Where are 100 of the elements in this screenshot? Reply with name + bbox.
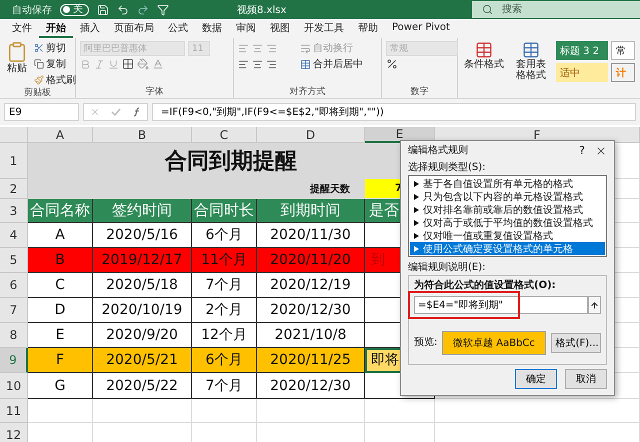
format-preview: 微软卓越 AaBbCc [442,331,546,355]
redo-icon [137,4,149,16]
ribbon-tab[interactable]: 公式 [161,20,195,38]
column-header[interactable]: A [28,127,93,143]
undo-icon [117,4,129,16]
row-header[interactable]: 11 [0,399,28,423]
row-header[interactable]: 10 [0,373,28,399]
conditional-format-button[interactable]: 条件格式 [462,41,506,98]
paste-button[interactable]: 粘贴 [4,41,30,87]
table-cell: 7个月 [192,273,257,298]
merge-icon [300,58,311,70]
name-box[interactable]: E9 [4,103,79,121]
dialog-title: 编辑格式规则 [408,144,468,158]
row-header[interactable]: 9 [0,348,28,373]
row-header[interactable]: 6 [0,273,28,298]
table-cell: 2020/5/16 [93,223,192,248]
row-header[interactable]: 8 [0,323,28,348]
cell-style[interactable]: 标题 3 2 [556,41,608,60]
help-button[interactable]: ? [579,144,585,158]
group-label: 字体 [144,86,164,98]
table-format-button[interactable]: 套用表格格式 [510,41,552,98]
table-cell: 2020/11/30 [257,223,365,248]
row-header[interactable]: 5 [0,248,28,273]
ok-button[interactable]: 确定 [515,369,557,389]
table-cell: 11个月 [192,248,257,273]
row-header[interactable]: 12 [0,423,28,442]
column-header[interactable]: B [93,127,192,143]
format-button[interactable]: 格式(F)... [550,333,601,353]
file-name: 视频8.xlsx [237,4,286,16]
group-label: 对齐方式 [288,86,326,98]
group-label: 数字 [410,86,430,98]
table-icon [522,41,540,59]
ribbon-tab[interactable]: 文件 [5,20,39,38]
merge-center-button[interactable]: 合并后居中 [300,57,363,71]
group-label: 剪贴板 [23,87,52,99]
table-cell: F [28,348,93,373]
font-color-icon [152,58,164,70]
column-header[interactable]: C [192,127,257,143]
table-cell: C [28,273,93,298]
table-cell: 2020/12/19 [257,273,365,298]
cancel-button[interactable]: 取消 [565,369,607,389]
align-left-icon [238,42,249,54]
fill-color-icon [137,58,149,70]
table-cell: 2021/10/8 [257,323,365,348]
table-cell: 2020/11/20 [257,248,365,273]
triangle-icon [414,180,419,186]
table-cell: 2019/12/17 [93,248,192,273]
table-cell: 2个月 [192,298,257,323]
format-painter-button[interactable]: 格式刷 [34,73,76,87]
preview-label: 预览: [414,336,438,350]
ribbon-tab[interactable]: 插入 [73,20,107,38]
triangle-icon [414,220,419,226]
wrap-icon [300,42,311,54]
table-cell: 2020/5/22 [93,373,192,399]
table-cell: B [28,248,93,273]
search-icon [482,4,493,15]
paintbrush-icon [34,75,44,85]
triangle-icon [414,194,419,200]
column-heading: 签约时间 [93,199,192,223]
formula-field[interactable]: =IF(F9<0,"到期",IF(F9<=$E$2,"即将到期","")) [152,103,636,121]
table-cell: 6个月 [192,223,257,248]
ribbon-tab[interactable]: 开发工具 [297,20,351,38]
ribbon-tab[interactable]: 帮助 [351,20,385,38]
row-header[interactable]: 7 [0,298,28,323]
table-cell: 2020/10/19 [93,298,192,323]
cut-button[interactable]: 剪切 [34,41,76,55]
table-cell [28,399,93,423]
arrow-up-icon [590,300,599,310]
column-header[interactable]: D [257,127,365,143]
column-header[interactable]: E [365,127,435,143]
formula-input[interactable]: =$E4="即将到期" [414,296,588,314]
row-header[interactable]: 4 [0,223,28,248]
row-header[interactable]: 2 [0,179,28,199]
ribbon-tab[interactable]: 页面布局 [107,20,161,38]
percent-icon [386,58,398,70]
align-right-icon [266,42,277,54]
triangle-icon [414,206,419,212]
search-field[interactable]: 搜索 [472,1,640,18]
rule-type-item[interactable]: 仅对唯一值或重复值设置格式 [410,229,605,242]
ribbon-tab[interactable]: 视图 [263,20,297,38]
table-cell: 7个月 [192,373,257,399]
ribbon-tab[interactable]: 开始 [39,20,73,38]
row-header[interactable]: 3 [0,199,28,223]
collapse-button[interactable] [588,296,601,314]
underline-icon [108,58,119,70]
ribbon-tab[interactable]: Power Pivot [385,20,457,38]
cell-style[interactable]: 常 [611,41,635,60]
copy-button[interactable]: 复制 [34,57,76,71]
italic-icon [94,58,105,70]
rule-type-label: 选择规则类型(S): [408,161,487,175]
ribbon-tab[interactable]: 审阅 [229,20,263,38]
borders-icon [122,58,134,70]
autosave-label: 自动保存 [12,4,52,16]
table-icon [475,41,493,59]
rule-type-item[interactable]: 使用公式确定要设置格式的单元格 [410,242,605,255]
align-center-icon [252,42,263,54]
ribbon-tab[interactable]: 数据 [195,20,229,38]
row-header[interactable]: 1 [0,143,28,179]
close-icon[interactable] [595,145,607,157]
cell-style[interactable]: 适中 [556,63,608,82]
